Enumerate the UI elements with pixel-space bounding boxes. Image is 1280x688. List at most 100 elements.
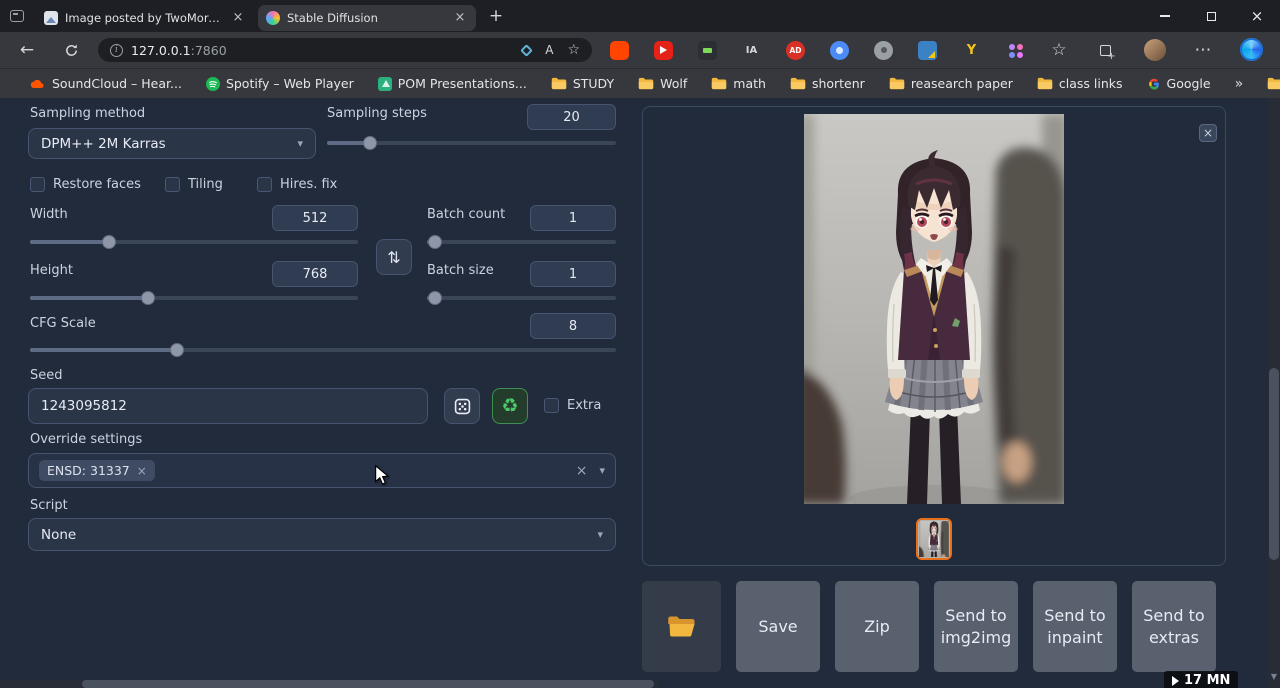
seed-input[interactable]: 1243095812 <box>28 388 428 424</box>
browser-tab-stable-diffusion[interactable]: Stable Diffusion × <box>258 5 476 31</box>
bookmarks-overflow-chevron-icon[interactable]: » <box>1235 76 1244 92</box>
width-input[interactable]: 512 <box>272 205 358 231</box>
clear-all-icon[interactable]: × <box>576 463 588 479</box>
shopping-tag-icon[interactable] <box>520 44 533 57</box>
extension-icon[interactable] <box>654 41 673 60</box>
browser-tab-image-post[interactable]: Image posted by TwoMoreTimes... × <box>36 5 254 31</box>
thumbnail-selected[interactable] <box>916 518 952 560</box>
batch-size-slider[interactable] <box>427 291 616 305</box>
sampling-steps-input[interactable]: 20 <box>527 104 616 130</box>
checkbox[interactable] <box>30 177 45 192</box>
bookmark-item[interactable]: SoundCloud – Hear... <box>30 76 182 91</box>
bookmark-folder[interactable]: STUDY <box>551 76 614 91</box>
extension-icon[interactable] <box>1006 41 1025 60</box>
collections-icon[interactable] <box>1090 32 1120 68</box>
cfg-scale-slider[interactable] <box>30 343 616 357</box>
cfg-scale-input[interactable]: 8 <box>530 313 616 339</box>
batch-size-input[interactable]: 1 <box>530 261 616 287</box>
generated-image[interactable] <box>804 114 1064 504</box>
batch-count-input[interactable]: 1 <box>530 205 616 231</box>
bookmark-folder[interactable]: Wolf <box>638 76 687 91</box>
slider-handle[interactable] <box>363 136 377 150</box>
hires-fix-checkbox[interactable]: Hires. fix <box>257 177 337 192</box>
width-slider[interactable] <box>30 235 358 249</box>
send-to-extras-button[interactable]: Send to extras <box>1132 581 1216 672</box>
other-favorites-folder[interactable]: Other favorites <box>1267 76 1280 91</box>
bookmark-folder[interactable]: class links <box>1037 76 1123 91</box>
favorites-icon[interactable]: ☆ <box>1044 32 1074 68</box>
restore-faces-checkbox[interactable]: Restore faces <box>30 177 141 192</box>
extension-icon[interactable] <box>610 41 629 60</box>
minimize-button[interactable] <box>1142 0 1188 32</box>
close-preview-icon[interactable]: × <box>1199 124 1217 142</box>
play-triangle-icon <box>1172 676 1179 686</box>
slider-handle[interactable] <box>428 291 442 305</box>
profile-avatar[interactable] <box>1144 39 1166 61</box>
override-tag[interactable]: ENSD: 31337 × <box>39 460 155 481</box>
extension-icon[interactable]: Y <box>962 41 981 60</box>
height-input[interactable]: 768 <box>272 261 358 287</box>
tab-actions-icon[interactable] <box>0 0 34 32</box>
site-info-icon[interactable]: i <box>110 44 123 57</box>
stable-diffusion-page: Sampling method Sampling steps 20 DPM++ … <box>0 98 1280 688</box>
height-slider[interactable] <box>30 291 358 305</box>
tab-close-icon[interactable]: × <box>452 10 468 25</box>
slider-handle[interactable] <box>102 235 116 249</box>
tab-title: Stable Diffusion <box>287 11 445 25</box>
bookmark-folder[interactable]: math <box>711 76 766 91</box>
refresh-button[interactable] <box>56 32 86 68</box>
slider-handle[interactable] <box>141 291 155 305</box>
seed-label: Seed <box>30 368 63 383</box>
bookmark-folder[interactable]: shortenr <box>790 76 865 91</box>
bookmark-label: shortenr <box>812 76 865 91</box>
browser-toolbar: ← i 127.0.0.1:7860 A ☆ IA AD Y ☆ ⋯ <box>0 32 1280 68</box>
open-folder-button[interactable] <box>642 581 721 672</box>
settings-menu-icon[interactable]: ⋯ <box>1188 32 1218 68</box>
slider-handle[interactable] <box>428 235 442 249</box>
bookmark-item[interactable]: Spotify – Web Player <box>206 76 354 91</box>
add-favorite-star-icon[interactable]: ☆ <box>567 42 580 58</box>
extra-seed-checkbox[interactable]: Extra <box>544 398 601 413</box>
bookmark-folder[interactable]: reasearch paper <box>889 76 1013 91</box>
extension-icon[interactable] <box>698 41 717 60</box>
sampling-steps-slider[interactable] <box>327 136 616 150</box>
reuse-seed-recycle-button[interactable]: ♻ <box>492 388 528 424</box>
bookmark-label: POM Presentations... <box>398 76 527 91</box>
save-button[interactable]: Save <box>736 581 820 672</box>
checkbox[interactable] <box>544 398 559 413</box>
extension-icon[interactable]: IA <box>742 41 761 60</box>
override-settings-input[interactable]: ENSD: 31337 × × ▾ <box>28 453 616 488</box>
scrollbar-thumb[interactable] <box>82 680 654 688</box>
sampling-method-dropdown[interactable]: DPM++ 2M Karras ▾ <box>28 128 316 159</box>
tiling-checkbox[interactable]: Tiling <box>165 177 223 192</box>
random-seed-dice-button[interactable] <box>444 388 480 424</box>
script-dropdown[interactable]: None ▾ <box>28 518 616 551</box>
bookmark-item[interactable]: POM Presentations... <box>378 76 527 91</box>
remove-tag-icon[interactable]: × <box>137 464 147 478</box>
extension-icon[interactable] <box>918 41 937 60</box>
vertical-scrollbar[interactable]: ▼ <box>1268 98 1280 688</box>
extension-icon[interactable]: AD <box>786 41 805 60</box>
horizontal-scrollbar[interactable] <box>0 680 658 688</box>
send-to-inpaint-button[interactable]: Send to inpaint <box>1033 581 1117 672</box>
scrollbar-thumb[interactable] <box>1269 368 1279 560</box>
new-tab-button[interactable]: + <box>482 2 510 30</box>
slider-handle[interactable] <box>170 343 184 357</box>
scroll-down-arrow-icon[interactable]: ▼ <box>1268 672 1280 681</box>
copilot-icon[interactable] <box>1240 38 1263 61</box>
extension-icon[interactable] <box>874 41 893 60</box>
address-bar[interactable]: i 127.0.0.1:7860 A ☆ <box>98 38 592 62</box>
zip-button[interactable]: Zip <box>835 581 919 672</box>
maximize-button[interactable] <box>1188 0 1234 32</box>
read-aloud-icon[interactable]: A <box>545 43 553 57</box>
send-to-img2img-button[interactable]: Send to img2img <box>934 581 1018 672</box>
close-window-button[interactable]: × <box>1234 0 1280 32</box>
extension-icon[interactable] <box>830 41 849 60</box>
bookmark-item[interactable]: Google <box>1147 76 1211 91</box>
swap-dimensions-button[interactable]: ⇅ <box>376 239 412 275</box>
checkbox[interactable] <box>165 177 180 192</box>
checkbox[interactable] <box>257 177 272 192</box>
tab-close-icon[interactable]: × <box>230 10 246 25</box>
batch-count-slider[interactable] <box>427 235 616 249</box>
back-button[interactable]: ← <box>12 32 42 68</box>
